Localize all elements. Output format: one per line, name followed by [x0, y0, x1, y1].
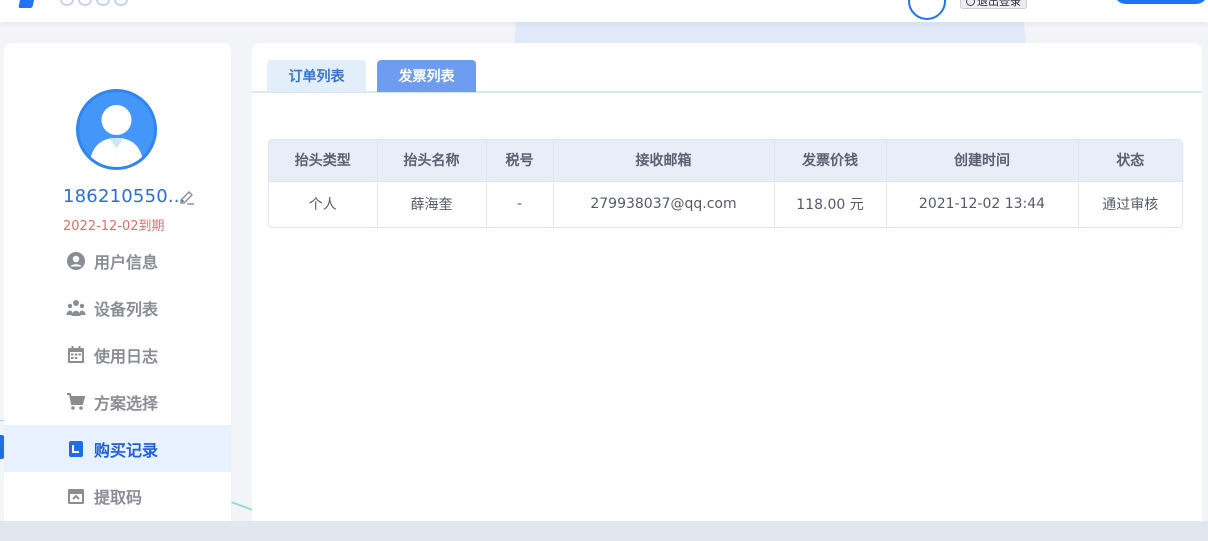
table-cell-status: 通过审核: [1102, 197, 1159, 214]
invoice-table: 抬头类型 抬头名称 税号 接收邮箱 发票价钱 创建时间 状态 个人 薛海奎 -: [268, 139, 1183, 228]
avatar[interactable]: [76, 89, 157, 170]
sidebar-item-device-list[interactable]: 设备列表: [4, 284, 231, 331]
column-header: 抬头类型: [269, 140, 378, 182]
column-header: 税号: [486, 140, 554, 182]
calendar-icon: [68, 346, 84, 363]
user-avatar-icon: [89, 105, 144, 167]
table-header-row: 抬头类型 抬头名称 税号 接收邮箱 发票价钱 创建时间 状态: [269, 140, 1182, 182]
cart-icon: [67, 393, 86, 410]
column-header: 创建时间: [886, 140, 1079, 182]
user-circle-icon: [67, 252, 85, 270]
expire-date: 2022-12-02到期: [63, 219, 165, 234]
sidebar-item-label: 方案选择: [94, 393, 159, 413]
main-panel: 订单列表 发票列表 抬头类型 抬头名称 税号 接收邮箱 发票价钱 创建时间 状态…: [252, 43, 1202, 521]
sidebar-item-purchase-history[interactable]: 购买记录: [0, 425, 231, 472]
logo: [60, 0, 156, 6]
sidebar-item-label: 使用日志: [94, 346, 159, 366]
receipt-icon: [69, 441, 83, 457]
logo-icon: [18, 0, 36, 8]
table-cell-price: 118.00 元: [774, 181, 887, 227]
column-header: 接收邮箱: [553, 140, 775, 182]
users-icon: [66, 300, 86, 316]
sidebar-item-label: 设备列表: [94, 299, 159, 319]
power-icon: [966, 0, 975, 6]
page: 退出登录 186210550... 2022-12-02到期 用户信息 设备列表…: [0, 0, 1208, 541]
sidebar-item-label: 用户信息: [94, 252, 159, 272]
tab-order-list[interactable]: 订单列表: [267, 60, 366, 92]
header-primary-button[interactable]: [1114, 0, 1208, 4]
table-cell-title-name: 薛海奎: [377, 181, 487, 227]
logout-button[interactable]: 退出登录: [960, 0, 1027, 9]
table-cell-tax-id: -: [486, 181, 554, 227]
column-header: 抬头名称: [377, 140, 487, 182]
decorative-line: [231, 501, 253, 511]
archive-icon: [68, 489, 84, 504]
sidebar-item-extract-code[interactable]: 提取码: [4, 472, 231, 519]
top-header: 退出登录: [0, 0, 1208, 22]
edit-icon[interactable]: [178, 189, 196, 207]
header-avatar[interactable]: [908, 0, 946, 20]
sidebar-item-user-info[interactable]: 用户信息: [4, 237, 231, 284]
column-header: 发票价钱: [774, 140, 887, 182]
user-phone: 186210550...: [63, 186, 186, 207]
table-cell-title-type: 个人: [269, 181, 378, 227]
tab-bar: 订单列表 发票列表: [252, 60, 1202, 93]
tab-invoice-list[interactable]: 发票列表: [377, 60, 476, 92]
column-header: 状态: [1078, 140, 1182, 182]
bottom-band: [0, 521, 1208, 541]
sidebar-item-plan-select[interactable]: 方案选择: [4, 378, 231, 425]
table-cell-created-time: 2021-12-02 13:44: [886, 181, 1079, 227]
table-cell-email: 279938037@qq.com: [553, 181, 775, 227]
sidebar-item-usage-log[interactable]: 使用日志: [4, 331, 231, 378]
sidebar-item-label: 购买记录: [94, 440, 159, 460]
sidebar-item-label: 提取码: [94, 487, 143, 507]
logout-label: 退出登录: [977, 0, 1021, 8]
sidebar-menu: 用户信息 设备列表 使用日志 方案选择 购买记录 提取码: [0, 237, 231, 519]
table-row: 个人 薛海奎 - 279938037@qq.com 118.00 元 2021-…: [269, 181, 1182, 227]
sidebar: 186210550... 2022-12-02到期 用户信息 设备列表 使用日志…: [0, 43, 231, 521]
